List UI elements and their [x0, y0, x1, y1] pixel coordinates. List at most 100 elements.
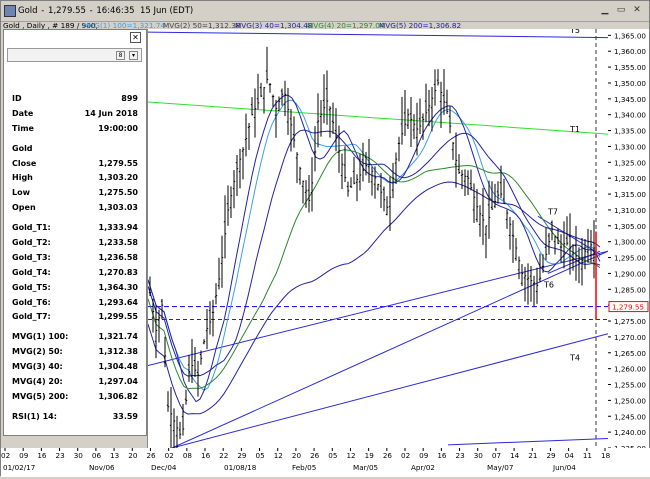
data-box-value: 1,303.03	[98, 203, 138, 213]
data-box-key: Gold_T4:	[12, 267, 51, 277]
time-tick-label: 22	[219, 451, 228, 460]
price-tick-label: 1,325.00	[614, 158, 646, 167]
current-price-label: 1,279.55	[612, 303, 644, 312]
data-box-value: 1,270.83	[98, 267, 138, 277]
window-title: Gold - 1,279.55 - 16:46:35 15 Jun (EDT)	[18, 6, 194, 16]
data-box-rows: ID 899 Date 14 Jun 2018 Time 19:00:00 Gold Clos…	[4, 92, 146, 425]
time-tick-label: 23	[456, 451, 465, 460]
time-tick-label: 13	[110, 451, 119, 460]
data-box-row: Gold_T3: 1,236.58	[4, 251, 146, 266]
data-box-key: Date	[12, 108, 34, 118]
data-box-value: 1,297.04	[98, 377, 138, 387]
price-tick-label: 1,345.00	[614, 95, 646, 104]
data-box-value: 1,321.74	[98, 332, 138, 342]
data-box-key: ID	[12, 94, 22, 103]
date-label: 01/08/18	[224, 463, 257, 472]
data-box-key: Low	[12, 188, 30, 198]
time-tick-label: 02	[165, 451, 174, 460]
data-box-key: Gold	[12, 143, 33, 153]
price-tick-label: 1,315.00	[614, 190, 646, 199]
ma-line-mvg4	[147, 94, 601, 403]
data-box-panel: ✕ 8 ▾ ID 899 Date 14 Jun 2018 Time 19:00:00 Go…	[3, 29, 147, 436]
data-box-key: Gold_T2:	[12, 238, 51, 248]
data-box-row: Open 1,303.03	[4, 201, 146, 216]
data-box-value: 1,306.82	[98, 391, 138, 401]
time-axis-canvas: 02 09 16 23 30 06 13 20 26 02 08 16 22 29 05 12 20 26 05 12…	[1, 448, 611, 472]
price-tick-label: 1,285.00	[614, 285, 646, 294]
price-tick-label: 1,250.00	[614, 396, 646, 405]
date-label: Feb/05	[292, 463, 316, 472]
data-box-row: Gold_T1: 1,333.94	[4, 221, 146, 236]
time-tick-label: 06	[92, 451, 102, 460]
date-label: Apr/02	[411, 463, 435, 472]
title-bar: Gold - 1,279.55 - 16:46:35 15 Jun (EDT) …	[1, 1, 649, 22]
time-tick-label: 30	[74, 451, 84, 460]
down-arrow-icon[interactable]: ▾	[129, 51, 138, 60]
data-box-value: 899	[121, 94, 138, 103]
time-axis[interactable]: 02 09 16 23 30 06 13 20 26 02 08 16 22 29 05 12 20 26 05 12…	[1, 448, 650, 477]
data-box-key: RSI(1) 14:	[12, 411, 57, 421]
ma-line-mvg3	[147, 129, 601, 377]
price-tick-label: 1,270.00	[614, 333, 646, 342]
title-symbol: Gold	[18, 6, 38, 16]
data-box-row: Time 19:00:00	[4, 122, 146, 137]
data-box-value: 1,364.30	[98, 282, 138, 292]
close-icon[interactable]: ✕	[631, 4, 643, 16]
maximize-icon[interactable]: ▭	[615, 4, 627, 16]
data-box-row: Gold_T2: 1,233.58	[4, 236, 146, 251]
close-icon[interactable]: ✕	[130, 32, 141, 43]
date-label: Dec/04	[151, 463, 177, 472]
data-box-value: 1,279.55	[98, 158, 138, 168]
minimize-icon[interactable]: ▁	[599, 4, 611, 16]
time-tick-label: 11	[583, 451, 592, 460]
trendline-t6-support	[147, 250, 609, 366]
data-box-row: Close 1,279.55	[4, 157, 146, 172]
price-tick-label: 1,295.00	[614, 254, 646, 263]
price-tick-label: 1,355.00	[614, 63, 646, 72]
data-box-row: Gold_T6: 1,293.64	[4, 296, 146, 311]
data-box-key: High	[12, 173, 33, 183]
time-tick-label: 29	[546, 451, 556, 460]
data-box-value: 1,236.58	[98, 252, 138, 262]
trendline-label: T1	[569, 125, 580, 134]
time-tick-label: 05	[256, 451, 265, 460]
time-tick-label: 18	[601, 451, 611, 460]
price-tick-label: 1,335.00	[614, 127, 646, 136]
time-tick-label: 19	[365, 451, 375, 460]
time-tick-label: 02	[1, 451, 10, 460]
data-box-value: 1,299.55	[98, 312, 138, 322]
data-box-value: 1,293.64	[98, 297, 138, 307]
price-tick-label: 1,330.00	[614, 142, 646, 151]
trendline-t5	[147, 31, 609, 39]
price-tick-label: 1,310.00	[614, 206, 646, 215]
time-tick-label: 16	[201, 451, 211, 460]
data-box-row: MVG(5) 200: 1,306.82	[4, 390, 146, 405]
price-tick-label: 1,245.00	[614, 412, 646, 421]
trendline-label: T4	[569, 354, 580, 363]
data-box-key: Open	[12, 203, 36, 213]
data-box-row: High 1,303.20	[4, 171, 146, 186]
time-tick-label: 05	[328, 451, 337, 460]
data-box-key: Gold_T5:	[12, 282, 51, 292]
time-tick-label: 09	[419, 451, 429, 460]
time-tick-label: 20	[292, 451, 302, 460]
date-label: May/07	[487, 463, 513, 472]
data-box-key: Gold_T7:	[12, 312, 51, 322]
data-box-row: MVG(2) 50: 1,312.38	[4, 345, 146, 360]
trendline-t2	[171, 250, 609, 449]
date-label: Mar/05	[353, 463, 378, 472]
time-tick-label: 23	[56, 451, 65, 460]
time-tick-label: 14	[510, 451, 520, 460]
price-tick-label: 1,290.00	[614, 269, 646, 278]
chart-canvas[interactable]: T5 T1 T7 T6 T4	[147, 26, 609, 458]
data-box-value: 14 Jun 2018	[84, 108, 138, 118]
data-box-key: MVG(2) 50:	[12, 347, 63, 357]
page-indicator[interactable]: 8	[116, 51, 125, 60]
price-axis[interactable]: 1,365.00 1,360.00 1,355.00 1,350.00 1,345.00…	[608, 29, 649, 453]
time-tick-label: 08	[183, 451, 193, 460]
trendline-label: T5	[569, 29, 580, 35]
ma-line-mvg2	[147, 149, 601, 390]
price-tick-label: 1,240.00	[614, 428, 646, 437]
trendline-label: T6	[543, 281, 554, 290]
price-chart[interactable]: T5 T1 T7 T6 T4	[147, 26, 609, 458]
